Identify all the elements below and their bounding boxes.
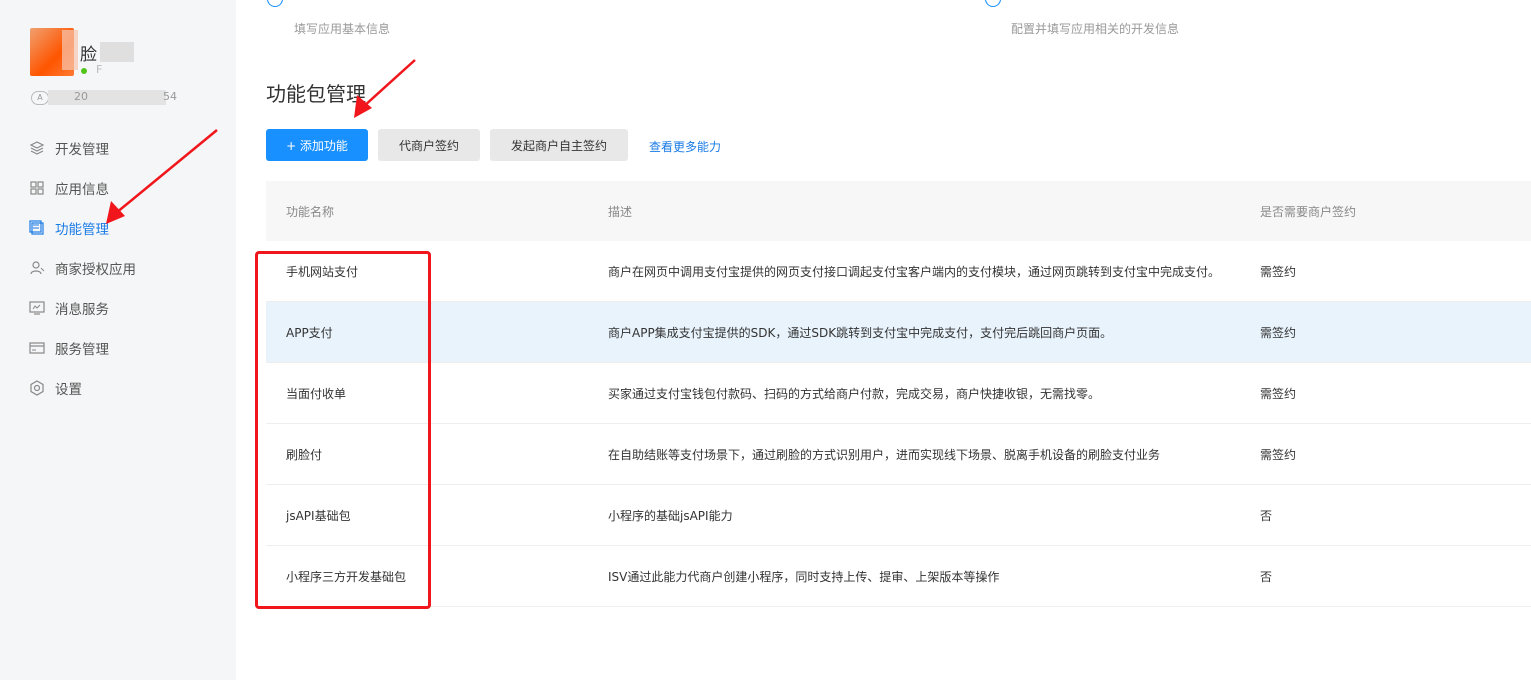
app-id-tag: A [31, 91, 49, 105]
sidebar-item-merchant-auth-apps[interactable]: 商家授权应用 [0, 248, 236, 288]
annotation-highlight-box [255, 251, 431, 609]
avatar-blur [62, 30, 78, 70]
app-id-suffix: 54 [163, 90, 177, 103]
feature-table: 功能名称 描述 是否需要商户签约 手机网站支付 商户在网页中调用支付宝提供的网页… [266, 181, 1531, 607]
name-blur [100, 42, 134, 62]
step-1-desc: 填写应用基本信息 [294, 22, 391, 36]
table-row[interactable]: 刷脸付 在自助结账等支付场景下，通过刷脸的方式识别用户，进而实现线下场景、脱离手… [266, 424, 1531, 485]
user-name: 脸 [80, 45, 97, 65]
sidebar-item-label: 功能管理 [55, 222, 109, 238]
sidebar-item-message-service[interactable]: 消息服务 [0, 288, 236, 328]
sign-status: 需签约 [1260, 325, 1297, 340]
feature-desc: 在自助结账等支付场景下，通过刷脸的方式识别用户，进而实现线下场景、脱离手机设备的… [608, 447, 1161, 462]
sidebar-item-settings[interactable]: 设置 [0, 368, 236, 408]
feature-desc: 商户APP集成支付宝提供的SDK，通过SDK跳转到支付宝中完成支付，支付完后跳回… [608, 325, 1113, 340]
feature-icon [29, 220, 45, 236]
merchant-self-sign-button[interactable]: 发起商户自主签约 [490, 129, 628, 161]
sidebar-item-label: 消息服务 [55, 302, 109, 318]
feature-desc: 买家通过支付宝钱包付款码、扫码的方式给商户付款，完成交易，商户快捷收银，无需找零… [608, 386, 1101, 401]
sidebar-item-label: 设置 [55, 382, 82, 398]
table-row[interactable]: jsAPI基础包 小程序的基础jsAPI能力 否 [266, 485, 1531, 546]
app-id-blur [48, 90, 166, 105]
grid-icon [29, 180, 45, 196]
feature-desc: 小程序的基础jsAPI能力 [608, 508, 733, 523]
add-feature-button[interactable]: + 添加功能 [266, 129, 368, 161]
header-feature-name: 功能名称 [286, 204, 335, 219]
status-text: F [96, 63, 103, 76]
user-icon [29, 260, 45, 276]
table-row[interactable]: 当面付收单 买家通过支付宝钱包付款码、扫码的方式给商户付款，完成交易，商户快捷收… [266, 363, 1531, 424]
step-2-circle-icon [985, 0, 1001, 7]
sidebar-item-dev-management[interactable]: 开发管理 [0, 128, 236, 168]
feature-desc: 商户在网页中调用支付宝提供的网页支付接口调起支付宝客户端内的支付模块，通过网页跳… [608, 264, 1221, 279]
sign-status: 否 [1260, 508, 1273, 523]
table-row[interactable]: 手机网站支付 商户在网页中调用支付宝提供的网页支付接口调起支付宝客户端内的支付模… [266, 241, 1531, 302]
sign-status: 需签约 [1260, 447, 1297, 462]
sidebar-menu: 开发管理 应用信息 功能管理 商家授权应用 消息服务 服务管理 设置 [0, 128, 236, 408]
online-status-dot [81, 68, 87, 74]
sidebar-item-label: 商家授权应用 [55, 262, 136, 278]
sidebar: 脸 F A 20 54 开发管理 应用信息 功能管理 商家授权应用 消息服务 服… [0, 0, 236, 680]
table-row[interactable]: 小程序三方开发基础包 ISV通过此能力代商户创建小程序，同时支持上传、提审、上架… [266, 546, 1531, 607]
layers-icon [29, 140, 45, 156]
gear-icon [29, 380, 45, 396]
table-row[interactable]: APP支付 商户APP集成支付宝提供的SDK，通过SDK跳转到支付宝中完成支付，… [266, 302, 1531, 363]
sign-status: 否 [1260, 569, 1273, 584]
app-id-prefix: 20 [74, 90, 88, 103]
page-title: 功能包管理 [266, 82, 366, 106]
header-sign-required: 是否需要商户签约 [1260, 204, 1357, 219]
sidebar-item-label: 开发管理 [55, 142, 109, 158]
sidebar-item-feature-management[interactable]: 功能管理 [0, 208, 236, 248]
feature-desc: ISV通过此能力代商户创建小程序，同时支持上传、提审、上架版本等操作 [608, 569, 1000, 584]
sign-status: 需签约 [1260, 386, 1297, 401]
monitor-icon [29, 300, 45, 316]
agent-sign-button[interactable]: 代商户签约 [378, 129, 480, 161]
header-description: 描述 [608, 204, 633, 219]
card-icon [29, 340, 45, 356]
more-capabilities-link[interactable]: 查看更多能力 [649, 138, 721, 155]
step-2-desc: 配置并填写应用相关的开发信息 [1011, 22, 1180, 36]
sidebar-item-label: 应用信息 [55, 182, 109, 198]
sidebar-item-service-management[interactable]: 服务管理 [0, 328, 236, 368]
step-1-circle-icon [267, 0, 283, 7]
sign-status: 需签约 [1260, 264, 1297, 279]
sidebar-item-label: 服务管理 [55, 342, 109, 358]
sidebar-item-app-info[interactable]: 应用信息 [0, 168, 236, 208]
table-header: 功能名称 描述 是否需要商户签约 [266, 181, 1531, 241]
